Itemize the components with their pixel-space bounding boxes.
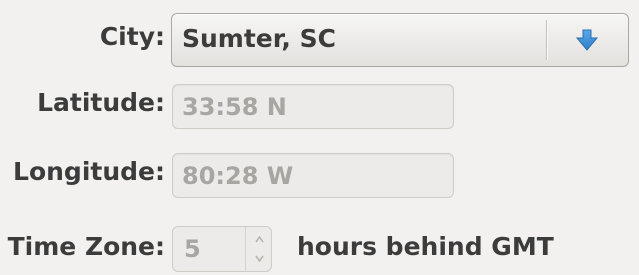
longitude-value: 80:28 W bbox=[182, 162, 294, 190]
spin-down-button[interactable] bbox=[246, 249, 273, 271]
latitude-value: 33:58 N bbox=[182, 93, 287, 121]
timezone-suffix: hours behind GMT bbox=[297, 232, 554, 261]
timezone-spinner[interactable]: 5 bbox=[172, 226, 272, 272]
longitude-label: Longitude: bbox=[13, 157, 165, 186]
latitude-field[interactable]: 33:58 N bbox=[172, 84, 454, 129]
longitude-field[interactable]: 80:28 W bbox=[172, 153, 454, 198]
city-combobox[interactable]: Sumter, SC bbox=[171, 13, 629, 67]
latitude-label: Latitude: bbox=[37, 88, 165, 117]
timezone-label: Time Zone: bbox=[7, 232, 165, 261]
arrow-down-icon[interactable] bbox=[572, 26, 602, 54]
city-label: City: bbox=[99, 22, 165, 51]
spin-up-button[interactable] bbox=[246, 227, 273, 249]
city-value: Sumter, SC bbox=[182, 24, 336, 53]
combo-separator bbox=[546, 20, 547, 60]
spin-buttons bbox=[245, 227, 273, 271]
timezone-value: 5 bbox=[184, 235, 201, 263]
